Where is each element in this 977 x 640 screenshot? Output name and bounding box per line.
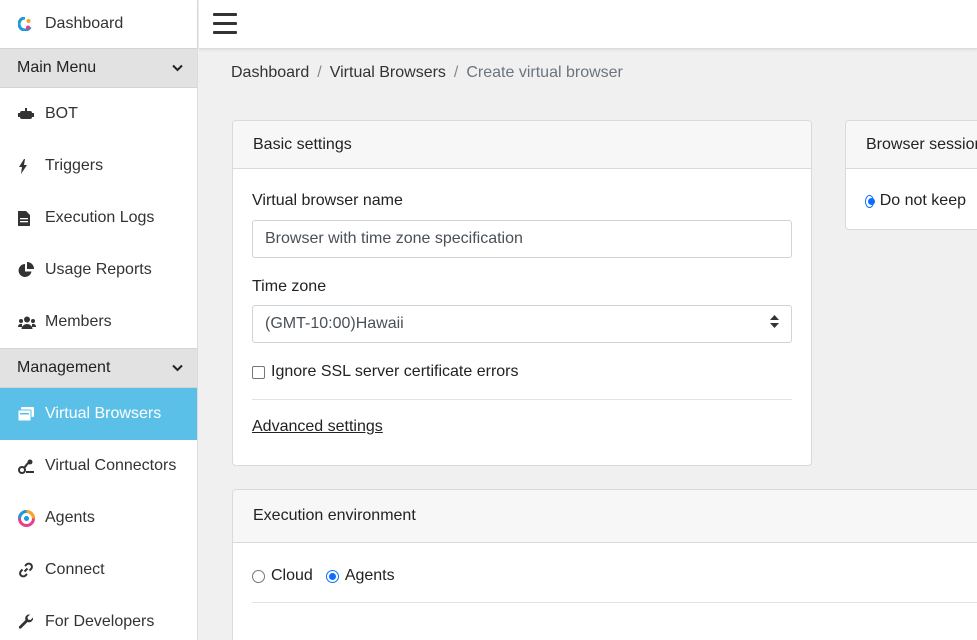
sidebar-item-label: Agents [45, 509, 95, 526]
breadcrumb-current: Create virtual browser [466, 64, 623, 81]
sidebar-item-usage-reports[interactable]: Usage Reports [0, 244, 197, 296]
sidebar-item-for-developers[interactable]: For Developers [0, 596, 197, 640]
card-title: Basic settings [233, 121, 811, 169]
chevron-down-icon [172, 359, 183, 377]
time-zone-label: Time zone [252, 278, 327, 295]
breadcrumb: Dashboard / Virtual Browsers / Create vi… [231, 64, 623, 82]
ignore-ssl-row: Ignore SSL server certificate errors [252, 363, 792, 381]
do-not-keep-radio[interactable] [865, 194, 875, 208]
card-title: Browser session [846, 121, 977, 169]
basic-settings-card: Basic settings Virtual browser name Time… [232, 120, 812, 466]
main-menu-section-toggle[interactable]: Main Menu [0, 48, 197, 88]
sidebar-item-label: Triggers [45, 157, 104, 174]
agent-logo-icon [18, 509, 38, 527]
breadcrumb-separator: / [317, 64, 322, 81]
time-zone-selected-value: (GMT-10:00)Hawaii [265, 315, 404, 332]
divider [252, 602, 977, 603]
ignore-ssl-label: Ignore SSL server certificate errors [271, 363, 519, 380]
link-icon [18, 562, 38, 578]
sidebar-item-label: For Developers [45, 613, 155, 630]
agents-label: Agents [344, 567, 395, 584]
users-icon [18, 316, 38, 329]
sidebar-item-virtual-browsers[interactable]: Virtual Browsers [0, 388, 197, 440]
hamburger-menu-icon[interactable] [213, 13, 237, 35]
execution-environment-card: Execution environment Cloud Agents [232, 489, 977, 640]
breadcrumb-link-virtual-browsers[interactable]: Virtual Browsers [330, 64, 446, 82]
sidebar-item-execution-logs[interactable]: Execution Logs [0, 192, 197, 244]
time-zone-select[interactable]: (GMT-10:00)Hawaii [252, 305, 792, 343]
browser-windows-icon [18, 407, 38, 421]
bolt-icon [18, 158, 38, 174]
sidebar-item-label: Virtual Connectors [45, 457, 177, 474]
select-arrows-icon [770, 315, 779, 333]
cloud-label: Cloud [271, 567, 313, 584]
breadcrumb-link-dashboard[interactable]: Dashboard [231, 64, 309, 82]
pie-chart-icon [18, 262, 38, 278]
connector-icon [18, 459, 38, 474]
top-bar [199, 0, 977, 49]
management-section-toggle[interactable]: Management [0, 348, 197, 388]
sidebar-item-connect[interactable]: Connect [0, 544, 197, 596]
sidebar-item-label: BOT [45, 105, 78, 122]
card-title: Execution environment [233, 490, 977, 543]
section-label: Main Menu [17, 59, 97, 76]
brand-logo-icon [18, 17, 38, 31]
sidebar-item-members[interactable]: Members [0, 296, 197, 348]
file-icon [18, 210, 38, 226]
advanced-settings-link[interactable]: Advanced settings [252, 418, 383, 435]
section-label: Management [17, 359, 111, 376]
sidebar-item-dashboard[interactable]: Dashboard [0, 0, 197, 48]
sidebar-item-bot[interactable]: BOT [0, 88, 197, 140]
sidebar-item-label: Virtual Browsers [45, 405, 162, 422]
sidebar-item-label: Dashboard [45, 15, 124, 32]
sidebar-item-label: Execution Logs [45, 209, 155, 226]
sidebar: Dashboard Main Menu BOT Triggers Executi… [0, 0, 198, 640]
cloud-radio[interactable] [252, 569, 265, 583]
execution-options-row: Cloud Agents [252, 567, 973, 585]
sidebar-item-triggers[interactable]: Triggers [0, 140, 197, 192]
robot-icon [18, 108, 38, 120]
breadcrumb-separator: / [453, 64, 459, 81]
sidebar-item-label: Members [45, 313, 112, 330]
agents-radio[interactable] [325, 569, 339, 583]
browser-session-card: Browser session Do not keep [845, 120, 977, 230]
sidebar-item-label: Connect [45, 561, 105, 578]
virtual-browser-name-input[interactable] [252, 220, 792, 258]
divider [252, 399, 792, 400]
sidebar-item-virtual-connectors[interactable]: Virtual Connectors [0, 440, 197, 492]
sidebar-item-label: Usage Reports [45, 261, 152, 278]
session-option-row: Do not keep [865, 192, 966, 210]
wrench-icon [18, 614, 38, 630]
chevron-down-icon [172, 59, 183, 77]
do-not-keep-label: Do not keep [879, 192, 966, 209]
sidebar-item-agents[interactable]: Agents [0, 492, 197, 544]
virtual-browser-name-label: Virtual browser name [252, 192, 403, 209]
ignore-ssl-checkbox[interactable] [252, 365, 265, 379]
